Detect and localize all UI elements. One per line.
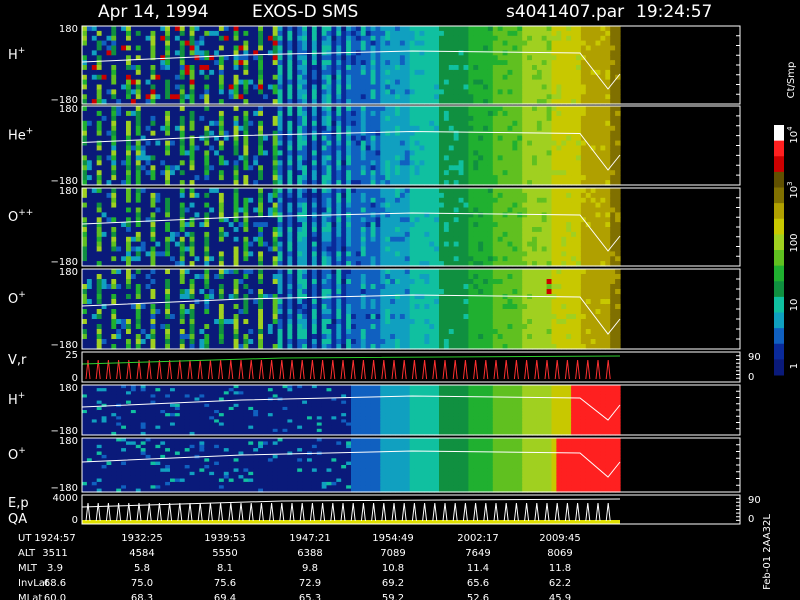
orbit-value: 68.3 (131, 593, 153, 600)
orbit-value: 75.0 (131, 578, 153, 589)
panel-label-2: O++180−180 (8, 186, 78, 268)
colorbar-tick-label: 104 (786, 126, 800, 144)
right-bottom-label: 0 (748, 372, 754, 383)
orbit-row-name: MLT (18, 563, 38, 574)
colorbar-swatch (774, 203, 784, 220)
colorbar-swatch (774, 125, 784, 142)
orbit-value: 3.9 (47, 563, 63, 574)
orbit-value: 1947:21 (289, 533, 331, 544)
y-max-label: 180 (59, 436, 78, 447)
colorbar-tick-label: 10 (789, 299, 800, 312)
orbit-row-name: ALT (18, 548, 36, 559)
header-time: 19:24:57 (636, 2, 712, 22)
orbit-value: 65.6 (467, 578, 489, 589)
orbit-value: 2009:45 (539, 533, 581, 544)
right-top-label: 90 (748, 495, 761, 506)
panel-label-6: O+180−180 (8, 436, 78, 494)
orbit-row-name: UT (18, 533, 32, 544)
colorbar-swatch (774, 328, 784, 345)
sms-spectrogram-figure: H+ 180 −180 He+ 180 −180 O++ 180 −180 O+ 180 −180 V,… (0, 0, 800, 600)
species-label: He+ (8, 127, 33, 144)
y-max-label: 180 (59, 24, 78, 35)
panel-label-5: H+180−180 (8, 383, 78, 437)
orbit-value: 52.6 (467, 593, 489, 600)
orbit-value: 9.8 (302, 563, 318, 574)
orbit-value: 7649 (465, 548, 490, 559)
orbit-value: 8.1 (217, 563, 233, 574)
orbit-value: 8069 (547, 548, 572, 559)
orbit-value: 65.3 (299, 593, 321, 600)
orbit-value: 6388 (297, 548, 322, 559)
orbit-value: 11.8 (549, 563, 571, 574)
y-max-label: 4000 (53, 493, 78, 504)
colorbar-swatch (774, 218, 784, 235)
orbit-value: 5.8 (134, 563, 150, 574)
orbit-value: 72.9 (299, 578, 321, 589)
y-max-label: 180 (59, 267, 78, 278)
orbit-value: 60.0 (44, 593, 66, 600)
orbit-value: 10.8 (382, 563, 404, 574)
footer-code: Feb-01 2AA32L (762, 514, 773, 590)
species-label: O+ (8, 446, 26, 463)
species-label: O++ (8, 208, 33, 225)
spectrogram-svg: H+180−180He+180−180O++180−180O+180−180V,… (8, 2, 800, 600)
orbit-row-name: MLat (18, 593, 42, 600)
colorbar-swatch (774, 265, 784, 282)
orbit-value: 75.6 (214, 578, 236, 589)
orbit-value: 69.4 (214, 593, 236, 600)
species-label: E,p (8, 496, 29, 511)
colorbar-swatch (774, 343, 784, 360)
panel-label-1: He+180−180 (8, 104, 78, 187)
orbit-value: 2002:17 (457, 533, 499, 544)
orbit-value: 1932:25 (121, 533, 163, 544)
y-max-label: 25 (65, 350, 78, 361)
species-label: V,r (8, 353, 27, 368)
colorbar-swatch (774, 296, 784, 313)
header-instrument: EXOS-D SMS (252, 2, 358, 22)
colorbar-swatch (774, 140, 784, 157)
orbit-value: 68.6 (44, 578, 66, 589)
colorbar-swatch (774, 187, 784, 204)
orbit-value: 1924:57 (34, 533, 76, 544)
species-label: O+ (8, 290, 26, 307)
right-bottom-label: 0 (748, 514, 754, 525)
right-top-label: 90 (748, 352, 761, 363)
colorbar-tick-label: 1 (789, 363, 800, 369)
y-min-label: 0 (72, 515, 78, 526)
orbit-value: 59.2 (382, 593, 404, 600)
header-date: Apr 14, 1994 (98, 2, 209, 22)
colorbar-swatch (774, 359, 784, 376)
colorbar-swatch (774, 156, 784, 173)
y-max-label: 180 (59, 186, 78, 197)
y-max-label: 180 (59, 383, 78, 394)
orbit-value: 45.9 (549, 593, 571, 600)
colorbar-swatch (774, 250, 784, 267)
orbit-value: 5550 (212, 548, 237, 559)
colorbar-swatch (774, 234, 784, 251)
colorbar-swatch (774, 281, 784, 298)
colorbar-swatch (774, 171, 784, 188)
header-file: s4041407.par (506, 2, 624, 22)
orbit-value: 11.4 (467, 563, 489, 574)
orbit-value: 1939:53 (204, 533, 246, 544)
qa-label: QA (8, 512, 27, 527)
y-max-label: 180 (59, 104, 78, 115)
colorbar-swatch (774, 312, 784, 329)
orbit-value: 69.2 (382, 578, 404, 589)
orbit-value: 62.2 (549, 578, 571, 589)
colorbar-unit: Ct/Smp (786, 62, 797, 99)
orbit-value: 3511 (42, 548, 67, 559)
panel-label-3: O+180−180 (8, 267, 78, 351)
colorbar-tick-label: 100 (789, 233, 800, 252)
colorbar-tick-label: 103 (786, 181, 800, 198)
panel-label-0: H+180−180 (8, 24, 78, 106)
orbit-value: 1954:49 (372, 533, 414, 544)
species-label: H+ (8, 391, 25, 408)
orbit-value: 4584 (129, 548, 154, 559)
orbit-value: 7089 (380, 548, 405, 559)
species-label: H+ (8, 46, 25, 63)
